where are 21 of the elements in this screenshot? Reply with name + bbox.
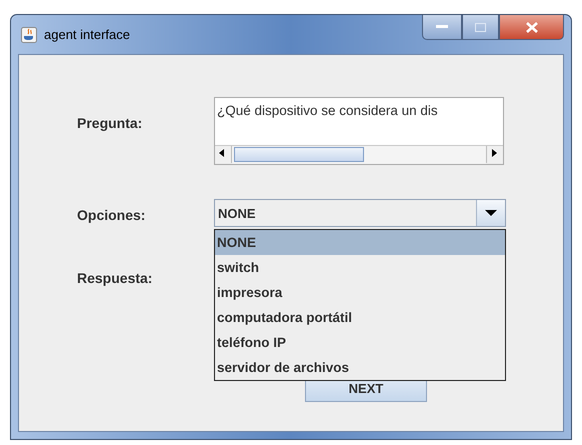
dropdown-option[interactable]: NONE [215,230,505,255]
maximize-button[interactable] [462,15,499,40]
window-title: agent interface [44,27,130,42]
close-button[interactable] [499,15,564,40]
minimize-icon [436,25,448,29]
options-dropdown[interactable]: NONE [214,199,506,227]
answer-label: Respuesta: [77,270,154,286]
maximize-icon [475,22,486,32]
dropdown-option[interactable]: impresora [215,280,505,305]
scroll-thumb[interactable] [234,147,364,162]
options-label: Opciones: [77,207,146,225]
cup-icon [21,26,37,42]
horizontal-scrollbar[interactable] [215,145,503,164]
dropdown-option[interactable]: switch [215,255,505,280]
minimize-button[interactable] [422,15,462,40]
dropdown-arrow-icon [484,209,498,217]
dropdown-option[interactable]: computadora portátil [215,305,505,330]
close-icon [526,22,538,32]
dropdown-option[interactable]: teléfono IP [215,330,505,355]
question-label: Pregunta: [77,115,144,133]
question-text: ¿Qué dispositivo se considera un dis [216,102,439,118]
